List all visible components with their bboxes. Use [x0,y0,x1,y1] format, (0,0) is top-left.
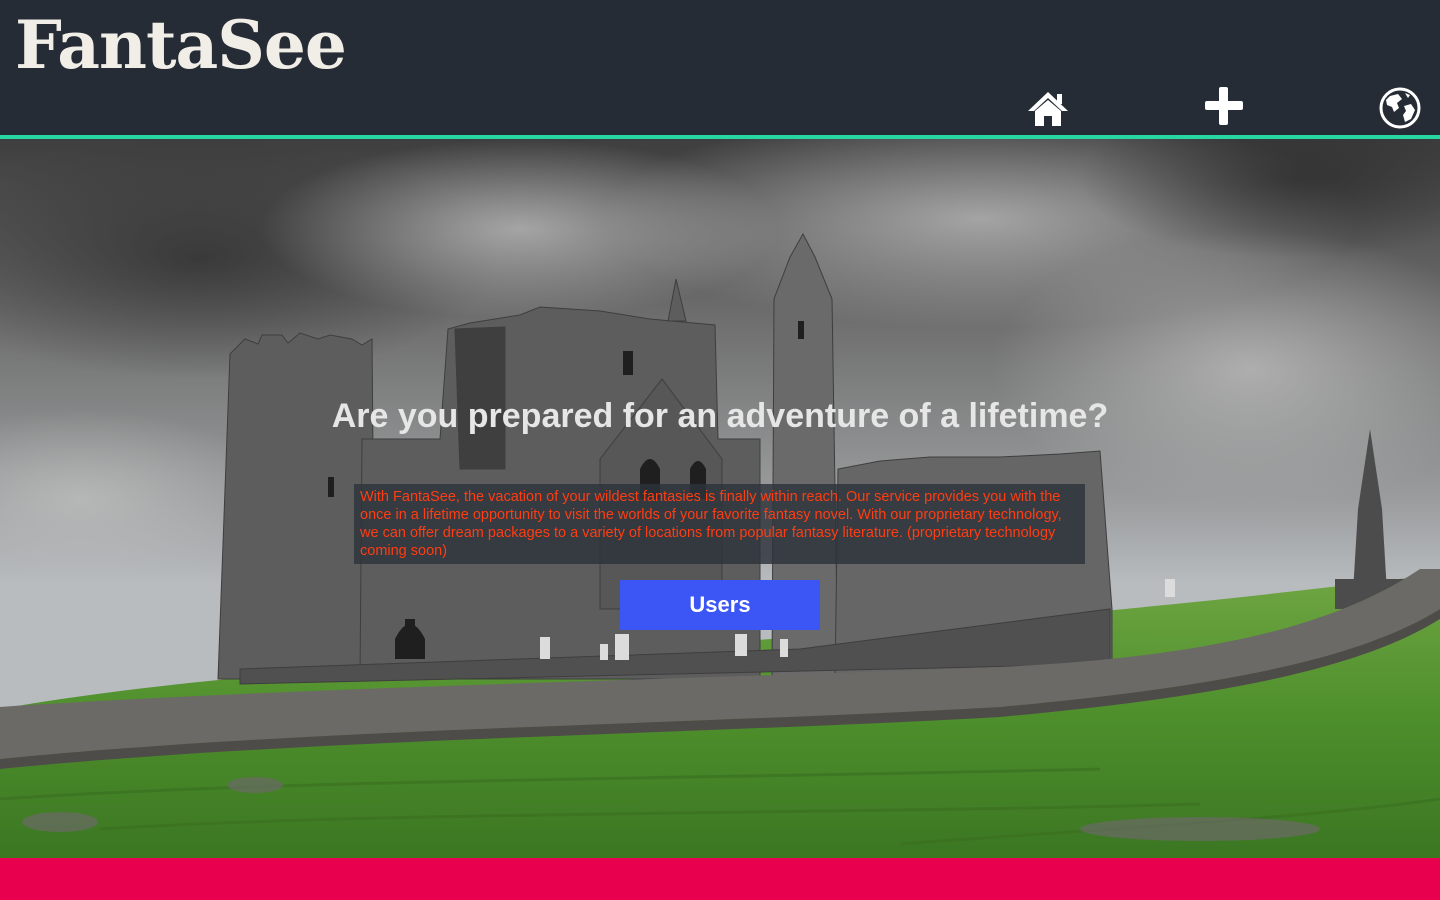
hero-headline: Are you prepared for an adventure of a l… [331,397,1109,435]
site-footer [0,858,1440,900]
globe-icon[interactable] [1378,86,1422,130]
site-logo[interactable]: FantaSee [15,12,347,78]
intro-panel: With FantaSee, the vacation of your wild… [354,484,1085,564]
site-header: FantaSee [0,0,1440,135]
users-button[interactable]: Users [620,580,820,630]
intro-text: With FantaSee, the vacation of your wild… [360,489,1062,559]
plus-icon[interactable] [1202,84,1246,128]
hero-section: Are you prepared for an adventure of a l… [0,139,1440,858]
home-icon[interactable] [1026,86,1070,130]
